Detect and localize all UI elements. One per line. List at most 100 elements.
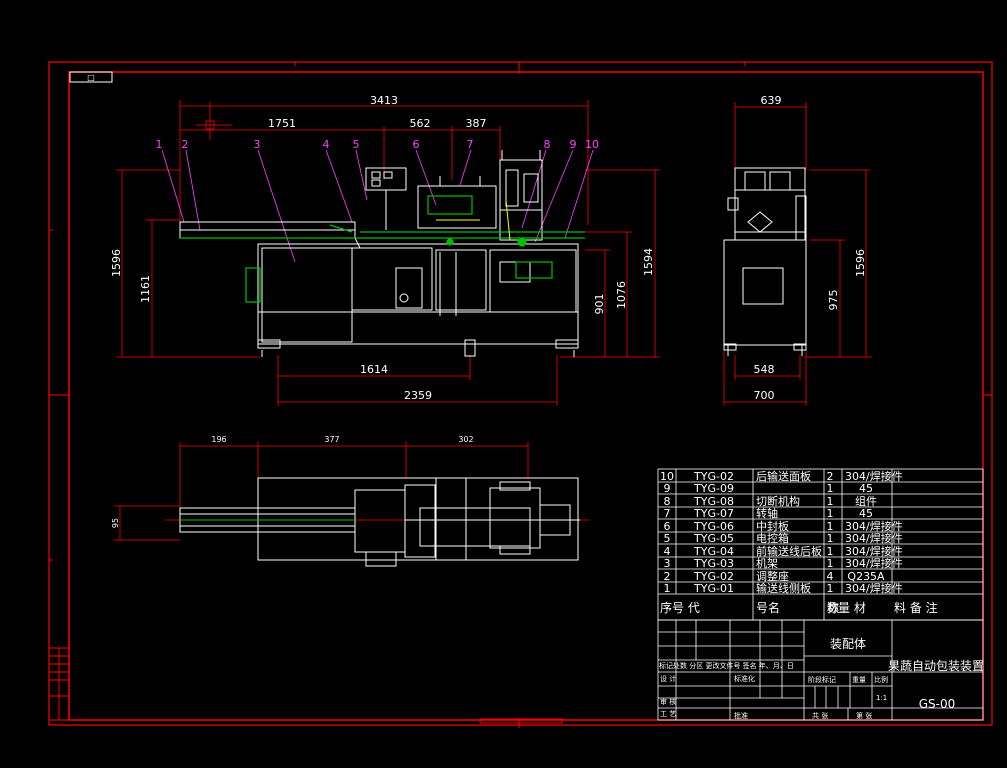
bom-material: 45: [859, 507, 873, 520]
bom-row: 10 TYG-02 后输送面板 2 304/焊接件: [660, 469, 903, 483]
bom-name: 前输送线后板: [756, 544, 822, 558]
title-stage: 阶段标记: [808, 675, 836, 684]
plan-dim-95: 95: [111, 518, 120, 528]
title-check: 审 核: [660, 697, 676, 706]
bom-name: 切断机构: [756, 494, 800, 508]
bom-row: 3 TYG-03 机架 1 304/焊接件: [664, 556, 903, 570]
bom-row: 1 TYG-01 输送线侧板 1 304/焊接件: [664, 581, 903, 595]
title-scale-val: 1:1: [876, 694, 887, 702]
bom-no: 9: [664, 482, 671, 495]
title-assembly: 装配体: [830, 637, 866, 651]
dim-901: 901: [593, 294, 606, 315]
part-label-10: 10: [585, 138, 599, 151]
part-label-4: 4: [323, 138, 330, 151]
part-label-1: 1: [156, 138, 163, 151]
part-label-9: 9: [570, 138, 577, 151]
bom-qty: 1: [827, 582, 834, 595]
bom-code: TYG-07: [693, 507, 734, 520]
dim-1161: 1161: [139, 275, 152, 303]
bom-material: 组件: [855, 494, 877, 508]
cad-drawing: □ 3413 1751 562 387 1596 1161 901 1076 1…: [48, 61, 993, 728]
bom-material: 304/焊接件: [845, 519, 903, 533]
inner-frame: [68, 71, 984, 721]
side-dim-548: 548: [754, 363, 775, 376]
bom-material: 304/焊接件: [845, 544, 903, 558]
title-scale: 比例: [874, 675, 888, 684]
bom-no: 3: [664, 557, 671, 570]
title-design: 设 计: [660, 674, 676, 683]
dim-562: 562: [410, 117, 431, 130]
bom-code: TYG-05: [693, 532, 734, 545]
bom-row: 7 TYG-07 转轴 1 45: [664, 506, 874, 520]
title-row-mark: 标记处数 分区 更改文件号 签名 年、月、日: [659, 661, 794, 670]
title-product: 果蔬自动包装装置: [888, 659, 984, 673]
title-drawing-no: GS-00: [919, 697, 956, 711]
title-weight: 重量: [852, 676, 866, 684]
bom-row: 9 TYG-09 1 45: [664, 482, 874, 495]
bom-name: 后输送面板: [756, 469, 811, 483]
plan-dim-196: 196: [211, 435, 226, 444]
bom-qty: 1: [827, 482, 834, 495]
dim-1614: 1614: [360, 363, 388, 376]
bom-no: 1: [664, 582, 671, 595]
dim-1076: 1076: [615, 281, 628, 309]
part-label-8: 8: [544, 138, 551, 151]
bom-no: 7: [664, 507, 671, 520]
dim-height-right: 1594: [642, 248, 655, 276]
bom-name: 转轴: [756, 506, 778, 520]
outer-frame: [48, 61, 993, 726]
bom-row: 4 TYG-04 前输送线后板 1 304/焊接件: [664, 544, 903, 558]
side-dim-1596: 1596: [854, 249, 867, 277]
part-label-5: 5: [353, 138, 360, 151]
part-label-7: 7: [467, 138, 474, 151]
dim-height-left: 1596: [110, 249, 123, 277]
bom-row: 5 TYG-05 电控箱 1 304/焊接件: [664, 531, 903, 545]
plan-view: 196 377 302 95: [111, 435, 590, 567]
title-sheet: 第 张: [856, 711, 872, 720]
bom-material: 304/焊接件: [845, 531, 903, 545]
left-revision-boxes: [48, 647, 70, 721]
title-craft: 工 艺: [660, 710, 676, 718]
front-view: 3413 1751 562 387 1596 1161 901 1076 159…: [110, 94, 660, 406]
bom-header-no-code: 序号 代: [660, 600, 700, 615]
bom-header-name: 号名: [756, 600, 780, 615]
centering-marks: [49, 62, 992, 728]
bom-no: 5: [664, 532, 671, 545]
bom-rows: 10 TYG-02 后输送面板 2 304/焊接件 9 TYG-09 1 45 …: [660, 469, 938, 615]
bom-name: 输送线侧板: [756, 581, 811, 595]
part-label-6: 6: [413, 138, 420, 151]
side-view: 639 1596 975 548 700: [723, 94, 872, 406]
bom-name: 机架: [756, 556, 778, 570]
title-sheets: 共 张: [812, 711, 828, 720]
dim-overall-width: 3413: [370, 94, 398, 107]
title-standard: 标准化: [734, 674, 755, 683]
bom-code: TYG-01: [693, 582, 734, 595]
bom-code: TYG-09: [693, 482, 734, 495]
bom-row: 8 TYG-08 切断机构 1 组件: [664, 494, 878, 508]
bom-qty: 1: [827, 557, 834, 570]
dim-2359: 2359: [404, 389, 432, 402]
title-block: 装配体 果蔬自动包装装置 GS-00 标记处数 分区 更改文件号 签名 年、月、…: [657, 619, 984, 721]
bom-header-remark: 料 备 注: [894, 600, 938, 615]
bom-name: 调整座: [756, 569, 789, 583]
bom-qty: 1: [827, 507, 834, 520]
bom-material: 304/焊接件: [845, 469, 903, 483]
side-dim-975: 975: [827, 290, 840, 311]
bom-qty: 1: [827, 532, 834, 545]
bom-row: 6 TYG-06 中封板 1 304/焊接件: [664, 519, 903, 533]
bom-material: 304/焊接件: [845, 556, 903, 570]
bom-material: 45: [859, 482, 873, 495]
dim-387: 387: [466, 117, 487, 130]
side-dim-700: 700: [754, 389, 775, 402]
title-approve: 批准: [734, 711, 748, 720]
bom-name: 电控箱: [756, 531, 789, 545]
bom-code: TYG-03: [693, 557, 734, 570]
bom-row: 2 TYG-02 调整座 4 Q235A: [664, 569, 886, 583]
bom-material: 304/焊接件: [845, 581, 903, 595]
side-dim-639: 639: [761, 94, 782, 107]
plan-dim-377: 377: [324, 435, 339, 444]
part-label-2: 2: [182, 138, 189, 151]
bom-header-material: 量 材: [838, 601, 866, 615]
plan-dim-302: 302: [458, 435, 473, 444]
part-label-3: 3: [254, 138, 261, 151]
